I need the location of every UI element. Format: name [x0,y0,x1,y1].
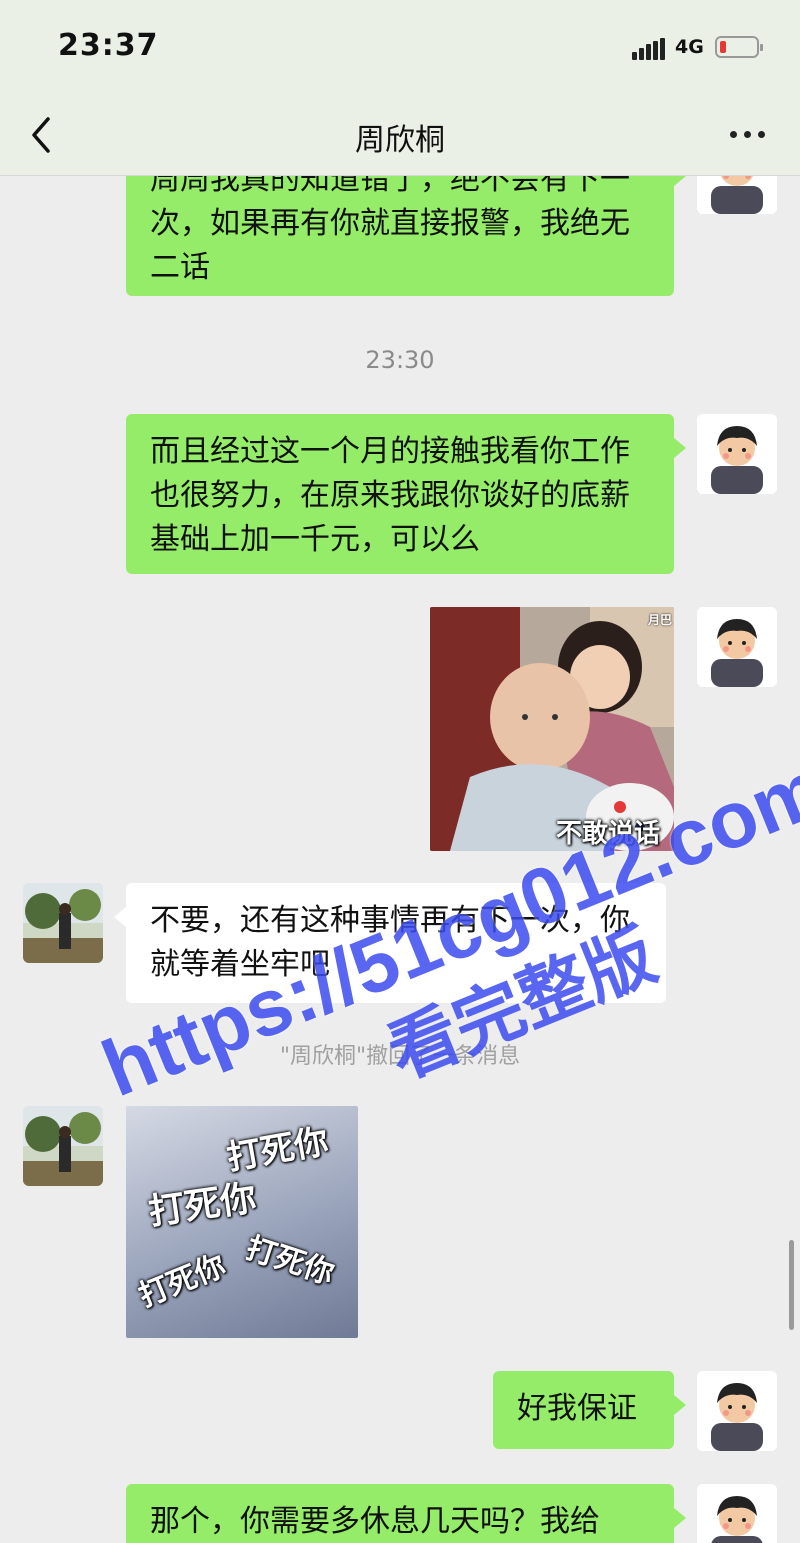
my-avatar[interactable] [697,607,777,687]
cartoon-boy-avatar-icon [697,414,777,494]
cartoon-boy-avatar-icon [697,176,777,214]
status-bar: 23:37 4G [0,0,800,95]
sticker-image[interactable]: 不敢说话 月巴 [430,607,674,851]
my-avatar[interactable] [697,1484,777,1543]
message-text: 那个，你需要多休息几天吗？我给 [150,1504,600,1539]
message-timestamp: 23:30 [365,346,435,374]
chat-header: 周欣桐 [0,95,800,176]
sticker-caption: 不敢说话 [556,819,661,849]
message-text: 而且经过这一个月的接触我看你工作也很努力，在原来我跟你谈好的底薪基础上加一千元，… [150,434,630,557]
signal-icon [632,38,666,60]
more-options-button[interactable] [726,119,770,149]
sticker-image[interactable]: 打死你 打死你 打死你 打死你 [126,1106,358,1338]
contact-avatar[interactable] [23,1106,103,1186]
message-bubble-incoming[interactable]: 不要，还有这种事情再有下一次，你就等着坐牢吧 [114,883,666,1003]
cartoon-boy-avatar-icon [697,1371,777,1451]
my-avatar[interactable] [697,176,777,214]
recall-notice: "周欣桐"撤回了一条消息 [279,1044,521,1069]
network-type: 4G [675,36,704,58]
message-bubble-outgoing[interactable]: 好我保证 [493,1371,686,1449]
message-text: 不要，还有这种事情再有下一次，你就等着坐牢吧 [150,903,630,982]
contact-photo-avatar-icon [23,1106,103,1186]
cartoon-boy-avatar-icon [697,1484,777,1543]
message-list[interactable]: 周周我真的知道错了，绝不会有下一次，如果再有你就直接报警，我绝无二话 23:30… [0,176,800,1543]
message-text: 周周我真的知道错了，绝不会有下一次，如果再有你就直接报警，我绝无二话 [150,176,630,285]
cartoon-boy-avatar-icon [697,607,777,687]
contact-avatar[interactable] [23,883,103,963]
battery-icon [715,36,763,58]
sticker-caption: 打死你 [134,1248,231,1315]
message-text: 好我保证 [517,1391,637,1426]
message-bubble-outgoing[interactable]: 而且经过这一个月的接触我看你工作也很努力，在原来我跟你谈好的底薪基础上加一千元，… [126,414,686,574]
status-time: 23:37 [58,28,159,63]
message-bubble-outgoing[interactable]: 周周我真的知道错了，绝不会有下一次，如果再有你就直接报警，我绝无二话 [126,176,686,296]
message-bubble-outgoing[interactable]: 那个，你需要多休息几天吗？我给 [126,1484,686,1543]
scrollbar[interactable] [789,1240,794,1330]
my-avatar[interactable] [697,1371,777,1451]
sticker-caption: 打死你 [241,1230,339,1292]
sticker-caption: 打死你 [146,1177,259,1234]
sticker-tag: 月巴 [648,613,673,627]
chat-title: 周欣桐 [355,123,445,158]
contact-photo-avatar-icon [23,883,103,963]
my-avatar[interactable] [697,414,777,494]
